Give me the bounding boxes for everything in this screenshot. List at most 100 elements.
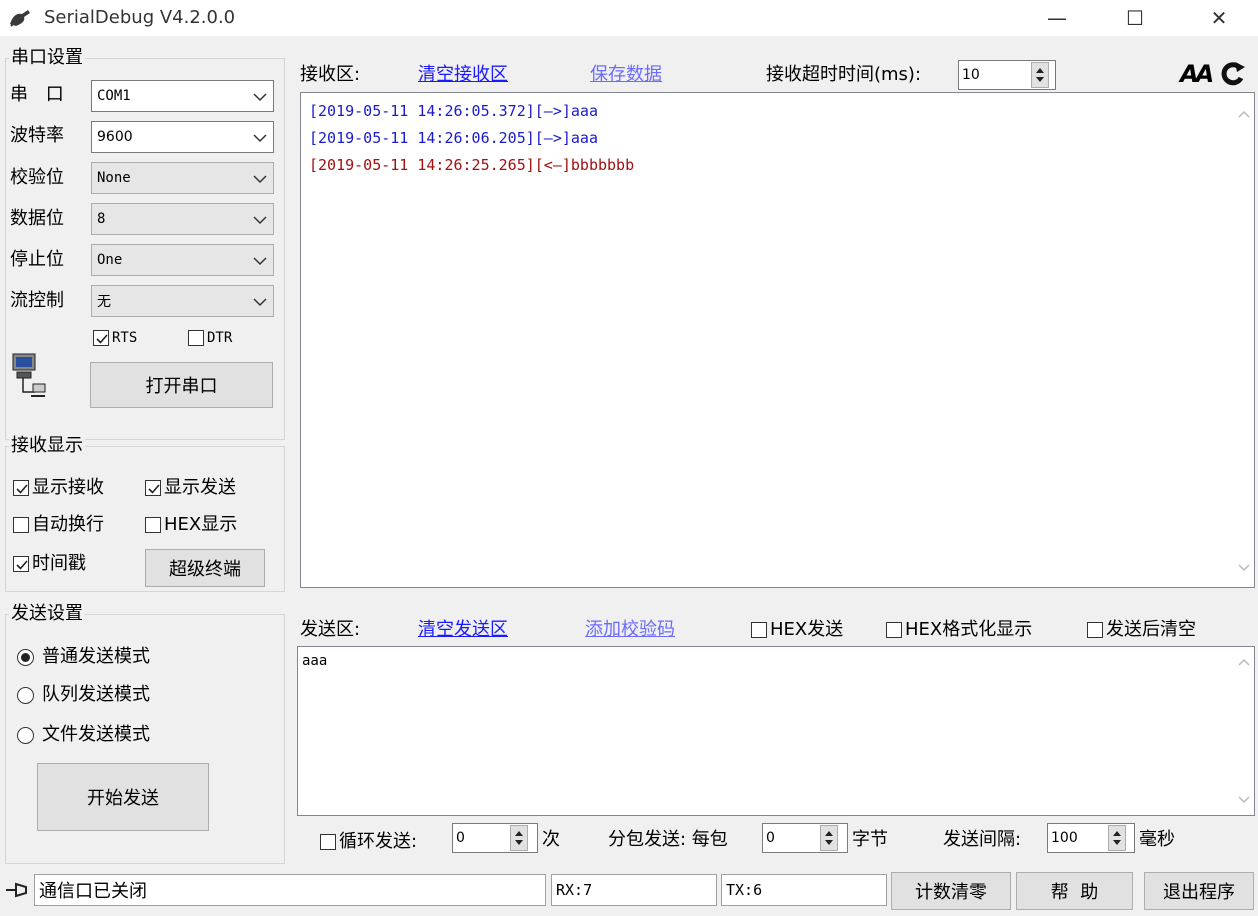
start-send-button[interactable]: 开始发送 (37, 763, 209, 831)
checkbox-icon (751, 622, 767, 638)
mode-normal-radio[interactable]: 普通发送模式 (17, 645, 150, 669)
packet-spinner-arrows[interactable] (820, 825, 838, 851)
send-area-label: 发送区: (300, 619, 361, 640)
chevron-down-icon (253, 175, 267, 184)
title-bar: SerialDebug V4.2.0.0 — ☐ ✕ (0, 0, 1258, 36)
parity-select[interactable]: None (91, 162, 274, 194)
tx-text: TX:6 (726, 881, 763, 899)
rts-checkbox[interactable]: RTS (93, 330, 137, 346)
parity-label: 校验位 (10, 167, 64, 188)
rx-counter: RX:7 (551, 874, 717, 906)
mode-queue-radio[interactable]: 队列发送模式 (17, 683, 150, 707)
checkbox-icon (93, 330, 109, 346)
window-title: SerialDebug V4.2.0.0 (44, 7, 236, 28)
databits-select[interactable]: 8 (91, 203, 274, 235)
clear-send-link[interactable]: 清空发送区 (408, 618, 518, 642)
databits-label: 数据位 (10, 208, 64, 229)
port-value: COM1 (97, 88, 131, 104)
rx-text: RX:7 (556, 881, 593, 899)
loop-spinner-arrows[interactable] (510, 825, 528, 851)
send-textarea[interactable]: aaa (297, 646, 1255, 816)
packet-unit: 字节 (852, 829, 888, 850)
show-recv-label: 显示接收 (32, 477, 104, 498)
mode-file-radio[interactable]: 文件发送模式 (17, 723, 150, 747)
recv-scrollbar[interactable] (1234, 93, 1254, 587)
minimize-button[interactable]: — (1034, 0, 1080, 36)
help-button[interactable]: 帮 助 (1016, 872, 1133, 910)
loop-count-value: 0 (456, 830, 465, 846)
show-recv-checkbox[interactable]: 显示接收 (13, 476, 104, 500)
clear-recv-link[interactable]: 清空接收区 (408, 63, 518, 87)
checkbox-icon (320, 834, 336, 850)
loop-send-checkbox[interactable]: 循环发送: (320, 830, 417, 854)
recv-textarea[interactable]: [2019-05-11 14:26:05.372][—>]aaa [2019-05… (300, 92, 1255, 588)
packet-size-value: 0 (766, 830, 775, 846)
show-send-checkbox[interactable]: 显示发送 (145, 476, 236, 500)
exit-button[interactable]: 退出程序 (1144, 872, 1254, 910)
hex-send-checkbox[interactable]: HEX发送 (751, 618, 843, 642)
checkbox-icon (13, 517, 29, 533)
hex-format-checkbox[interactable]: HEX格式化显示 (886, 618, 1032, 642)
flow-label: 流控制 (10, 290, 64, 311)
checkbox-icon (188, 330, 204, 346)
interval-unit: 毫秒 (1139, 829, 1175, 850)
stopbits-select[interactable]: One (91, 244, 274, 276)
scroll-down-icon (1238, 564, 1250, 572)
recv-area-label: 接收区: (300, 64, 361, 85)
terminal-button[interactable]: 超级终端 (145, 549, 265, 587)
timestamp-checkbox[interactable]: 时间戳 (13, 552, 86, 576)
port-select[interactable]: COM1 (91, 80, 274, 112)
hex-display-label: HEX显示 (164, 514, 238, 535)
hex-send-label: HEX发送 (770, 619, 844, 640)
recv-timeout-label: 接收超时时间(ms): (766, 64, 922, 85)
recv-display-title: 接收显示 (9, 435, 85, 457)
serial-port-icon (11, 352, 47, 405)
send-scrollbar[interactable] (1234, 647, 1254, 815)
spin-arrows-icon (515, 831, 523, 845)
parity-value: None (97, 170, 131, 186)
recv-log-line: [2019-05-11 14:26:05.372][—>]aaa (309, 102, 598, 120)
flow-select[interactable]: 无 (91, 285, 274, 317)
send-content: aaa (302, 653, 328, 669)
packet-label: 分包发送: 每包 (608, 829, 728, 850)
timeout-spinner-arrows[interactable] (1031, 62, 1049, 88)
scroll-up-icon (1238, 110, 1250, 118)
spin-arrows-icon (1036, 68, 1044, 82)
recv-log-line: [2019-05-11 14:26:06.205][—>]aaa (309, 129, 598, 147)
baud-select[interactable]: 9600 (91, 121, 274, 153)
mode-file-label: 文件发送模式 (42, 724, 150, 745)
chevron-down-icon (253, 298, 267, 307)
scroll-up-icon (1238, 658, 1250, 666)
font-size-icon[interactable]: AA (1180, 60, 1214, 88)
reset-count-button[interactable]: 计数清零 (891, 872, 1011, 910)
hex-display-checkbox[interactable]: HEX显示 (145, 513, 237, 537)
interval-spinner-arrows[interactable] (1108, 825, 1126, 851)
interval-value: 100 (1051, 830, 1078, 846)
pin-icon (4, 880, 32, 905)
checkbox-icon (13, 480, 29, 496)
chevron-down-icon (253, 216, 267, 225)
maximize-button[interactable]: ☐ (1112, 0, 1158, 36)
chevron-down-icon (253, 93, 267, 102)
radio-icon (17, 648, 34, 666)
timestamp-label: 时间戳 (32, 553, 86, 574)
dtr-checkbox[interactable]: DTR (188, 330, 232, 346)
radio-icon (17, 686, 34, 704)
close-button[interactable]: ✕ (1196, 0, 1242, 36)
loop-unit: 次 (542, 829, 560, 850)
clear-after-send-label: 发送后清空 (1106, 619, 1196, 640)
mode-normal-label: 普通发送模式 (42, 646, 150, 667)
send-settings-title: 发送设置 (9, 603, 85, 625)
add-checksum-link[interactable]: 添加校验码 (585, 618, 675, 642)
clear-after-send-checkbox[interactable]: 发送后清空 (1087, 618, 1196, 642)
tx-counter: TX:6 (721, 874, 887, 906)
loop-send-label: 循环发送: (339, 831, 418, 852)
refresh-icon[interactable] (1218, 58, 1248, 93)
auto-wrap-label: 自动换行 (32, 514, 104, 535)
flow-value: 无 (97, 294, 111, 310)
open-port-button[interactable]: 打开串口 (90, 362, 273, 408)
auto-wrap-checkbox[interactable]: 自动换行 (13, 513, 104, 537)
chevron-down-icon (253, 134, 267, 143)
save-data-link[interactable]: 保存数据 (590, 63, 662, 87)
checkbox-icon (886, 622, 902, 638)
